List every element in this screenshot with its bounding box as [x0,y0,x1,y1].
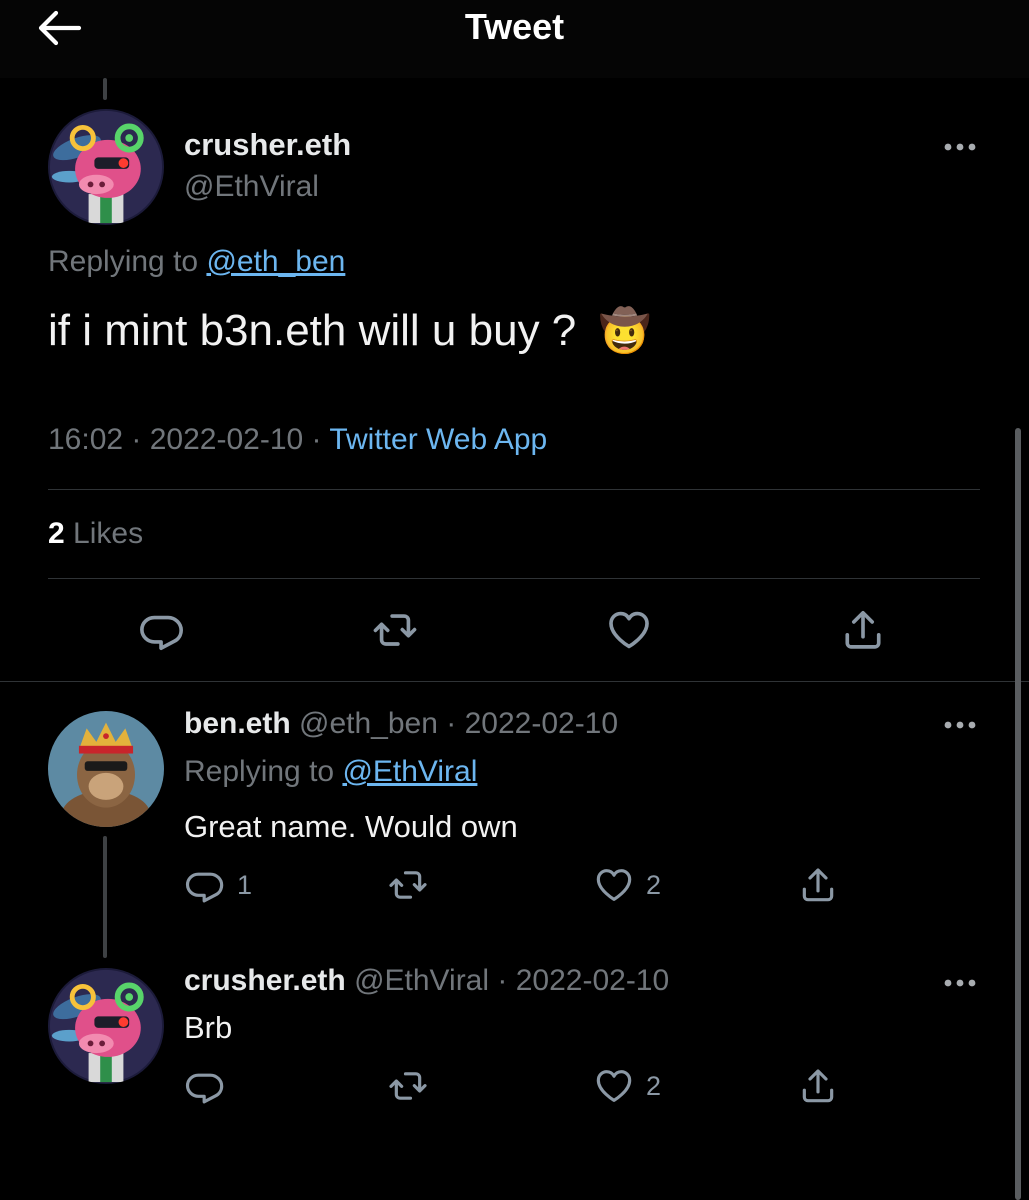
share-icon [840,607,886,653]
reply-icon [185,1066,225,1106]
reply-icon [139,607,185,653]
replying-to-line: Replying to @eth_ben [48,245,345,279]
avatar[interactable] [48,968,164,1084]
thread-connector [103,78,107,100]
replying-to-link[interactable]: @EthViral [342,755,477,788]
display-name[interactable]: crusher.eth [184,127,351,163]
like-button[interactable]: 2 [594,1064,661,1108]
heart-icon [606,607,652,653]
tweet-text-line: if i mint b3n.eth will u buy ? 🤠 [48,306,651,356]
reply-date[interactable]: 2022-02-10 [465,707,618,740]
heart-icon [594,1066,634,1106]
replying-to-link[interactable]: @eth_ben [206,245,345,278]
tweet-date: 2022-02-10 [149,423,304,456]
like-count: 2 [646,869,662,900]
user-handle[interactable]: @EthViral [354,964,489,997]
likes-stat[interactable]: 2 Likes [48,517,143,551]
user-handle[interactable]: @eth_ben [299,707,438,740]
more-horizontal-icon [940,132,980,162]
replying-prefix: Replying to [184,755,335,788]
reply-header: crusher.eth @EthViral · 2022-02-10 [184,964,670,997]
more-horizontal-icon [940,968,980,998]
more-options-button[interactable] [940,968,980,998]
tweet-meta: 16:02 · 2022-02-10 · Twitter Web App [48,423,548,456]
scrollbar[interactable] [1015,428,1021,1200]
reply-button[interactable] [139,608,187,652]
avatar-image [48,109,164,225]
avatar-image [48,968,164,1084]
retweet-button[interactable] [388,863,428,907]
user-handle[interactable]: @EthViral [184,170,319,204]
reply-button[interactable]: 1 [185,863,252,907]
retweet-button[interactable] [388,1064,428,1108]
like-count: 2 [646,1070,662,1101]
like-button[interactable] [606,608,654,652]
likes-label: Likes [73,517,144,550]
tweet-text: if i mint b3n.eth will u buy ? [48,306,577,355]
like-button[interactable]: 2 [594,863,661,907]
thread-connector [103,836,107,958]
share-icon [798,865,838,905]
tweet-time: 16:02 [48,423,124,456]
avatar[interactable] [48,109,164,225]
share-button[interactable] [798,863,838,907]
more-horizontal-icon [940,710,980,740]
reply-count: 1 [237,869,253,900]
top-bar: Tweet [0,0,1029,78]
share-icon [798,1066,838,1106]
reply-text: Brb [184,1010,233,1045]
more-options-button[interactable] [940,710,980,740]
divider [0,681,1029,682]
cowboy-emoji: 🤠 [598,307,651,354]
divider [48,489,980,490]
page-title: Tweet [464,6,565,47]
divider [48,578,980,579]
replying-prefix: Replying to [48,245,199,278]
likes-count: 2 [48,517,65,550]
more-options-button[interactable] [940,132,980,162]
reply-icon [185,865,225,905]
avatar[interactable] [48,711,164,827]
retweet-button[interactable] [372,608,420,652]
tweet-source-link[interactable]: Twitter Web App [329,423,547,456]
retweet-icon [372,607,418,653]
display-name[interactable]: crusher.eth [184,964,346,997]
reply-header: ben.eth @eth_ben · 2022-02-10 [184,707,619,740]
heart-icon [594,865,634,905]
share-button[interactable] [798,1064,838,1108]
reply-text: Great name. Would own [184,809,518,844]
replying-to-line: Replying to @EthViral [184,755,477,789]
retweet-icon [388,1066,428,1106]
display-name[interactable]: ben.eth [184,707,291,740]
share-button[interactable] [840,608,888,652]
avatar-image [48,711,164,827]
reply-date[interactable]: 2022-02-10 [516,964,669,997]
reply-button[interactable] [185,1064,225,1108]
retweet-icon [388,865,428,905]
